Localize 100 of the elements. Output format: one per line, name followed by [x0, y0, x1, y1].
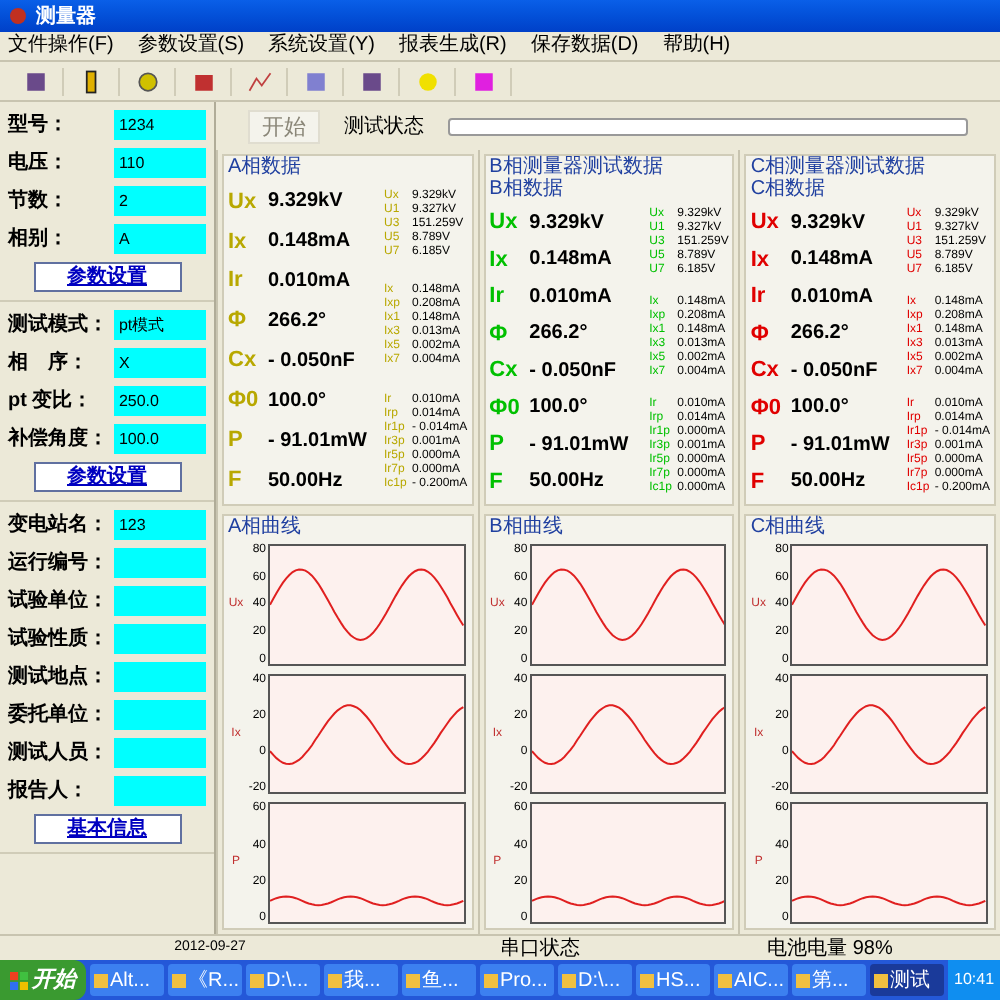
input-field[interactable]: 1234	[114, 110, 206, 140]
menu-item[interactable]: 报表生成(R)	[398, 34, 507, 58]
menu-item[interactable]: 保存数据(D)	[530, 34, 639, 58]
reading-value: 0.010mA	[268, 268, 351, 297]
reading-value: - 0.050nF	[268, 347, 355, 376]
taskbar-item[interactable]: 测试	[870, 964, 944, 996]
app-icon	[718, 973, 732, 987]
reading-label: P	[489, 430, 507, 460]
field-label: 测试模式：	[8, 311, 110, 340]
windows-logo-icon	[10, 971, 28, 989]
app-icon	[94, 973, 108, 987]
reading-label: Cx	[489, 356, 520, 386]
input-field[interactable]: pt模式	[114, 310, 206, 340]
reading-label: Ir	[489, 282, 507, 312]
input-field[interactable]	[114, 738, 206, 768]
reading-value: - 91.01mW	[268, 427, 367, 456]
field-label: 测试人员：	[8, 739, 110, 768]
reading-label: P	[750, 430, 768, 460]
app-icon	[562, 973, 576, 987]
menu-item[interactable]: 参数设置(S)	[137, 34, 245, 58]
group-title: B相测量器测试数据	[489, 156, 665, 178]
reading-value: - 0.050nF	[790, 357, 878, 386]
reading-label: Φ0	[228, 386, 261, 417]
reading-value: 50.00Hz	[790, 468, 866, 497]
group-title: C相测量器测试数据	[750, 156, 928, 178]
panel-title: B相数据	[489, 178, 565, 200]
reading-label: Φ0	[489, 393, 522, 423]
field-label: pt 变比：	[8, 386, 95, 416]
reading-label: Ix	[489, 245, 510, 275]
reading-label: F	[750, 467, 767, 497]
input-field[interactable]	[114, 548, 206, 578]
reading-label: Cx	[750, 356, 781, 386]
input-field[interactable]: 100.0	[114, 424, 206, 454]
taskbar-item[interactable]: 《R...	[168, 964, 242, 996]
input-field[interactable]	[114, 586, 206, 616]
reading-value: 0.010mA	[790, 283, 873, 312]
menu-item[interactable]: 系统设置(Y)	[268, 34, 375, 58]
field-label: 相 序：	[8, 348, 90, 378]
reading-label: Cx	[228, 346, 259, 377]
menu-item[interactable]: 帮助(H)	[662, 34, 731, 58]
settings-button[interactable]: 基本信息	[33, 814, 181, 844]
reading-label: Φ	[489, 319, 510, 349]
taskbar-item[interactable]: HS...	[636, 964, 710, 996]
input-field[interactable]: A	[114, 224, 206, 254]
taskbar-item[interactable]: D:\...	[246, 964, 320, 996]
reading-value: 266.2°	[790, 320, 849, 349]
field-label: 运行编号：	[8, 549, 110, 578]
taskbar-item[interactable]: 第...	[792, 964, 866, 996]
taskbar-item[interactable]: 我...	[324, 964, 398, 996]
reading-label: F	[489, 467, 505, 497]
field-label: 变电站名：	[8, 510, 110, 540]
settings-button[interactable]: 参数设置	[33, 462, 181, 492]
input-field[interactable]	[114, 776, 206, 806]
toolbar-icon[interactable]	[133, 67, 161, 95]
input-field[interactable]	[114, 624, 206, 654]
input-field[interactable]: X	[114, 348, 206, 378]
input-field[interactable]: 123	[114, 510, 206, 540]
app-icon	[172, 973, 186, 987]
reading-value: - 91.01mW	[529, 431, 629, 460]
taskbar-item[interactable]: Pro...	[480, 964, 554, 996]
input-field[interactable]: 250.0	[114, 386, 206, 416]
reading-value: - 0.050nF	[529, 357, 617, 386]
reading-value: 100.0°	[790, 394, 849, 423]
reading-value: 9.329kV	[790, 209, 866, 238]
reading-label: Ix	[228, 227, 249, 258]
reading-label: F	[228, 465, 244, 496]
menu-item[interactable]: 文件操作(F)	[8, 34, 114, 58]
panel-title: A相曲线	[226, 516, 304, 540]
reading-label: P	[228, 425, 245, 456]
toolbar-icon[interactable]	[357, 67, 385, 95]
taskbar-item[interactable]: 鱼...	[402, 964, 476, 996]
app-icon	[874, 973, 888, 987]
clock: 10:41	[954, 968, 995, 992]
field-label: 试验性质：	[8, 625, 110, 654]
taskbar-item[interactable]: Alt...	[90, 964, 164, 996]
start-button[interactable]: 开始	[0, 960, 86, 1000]
field-label: 试验单位：	[8, 587, 110, 616]
app-icon	[796, 973, 810, 987]
input-field[interactable]: 2	[114, 186, 206, 216]
settings-button[interactable]: 参数设置	[33, 262, 181, 292]
app-icon	[406, 973, 420, 987]
reading-value: 266.2°	[529, 320, 588, 349]
input-field[interactable]	[114, 662, 206, 692]
panel-title: C相曲线	[748, 516, 828, 540]
input-field[interactable]: 110	[114, 148, 206, 178]
reading-value: 0.148mA	[790, 246, 873, 275]
reading-value: 266.2°	[268, 308, 327, 337]
status-text: 串口状态	[498, 937, 582, 959]
field-label: 补偿角度：	[8, 424, 110, 454]
status-text: 电池电量 98%	[765, 937, 895, 959]
app-icon	[640, 973, 654, 987]
taskbar-item[interactable]: AIC...	[714, 964, 788, 996]
taskbar-item[interactable]: D:\...	[558, 964, 632, 996]
panel-title: B相曲线	[487, 516, 565, 540]
reading-value: 100.0°	[268, 387, 327, 416]
reading-label: Ix	[750, 245, 772, 275]
app-icon	[328, 973, 342, 987]
toolbar-icon[interactable]	[21, 67, 49, 95]
field-label: 报告人：	[8, 777, 90, 806]
input-field[interactable]	[114, 700, 206, 730]
